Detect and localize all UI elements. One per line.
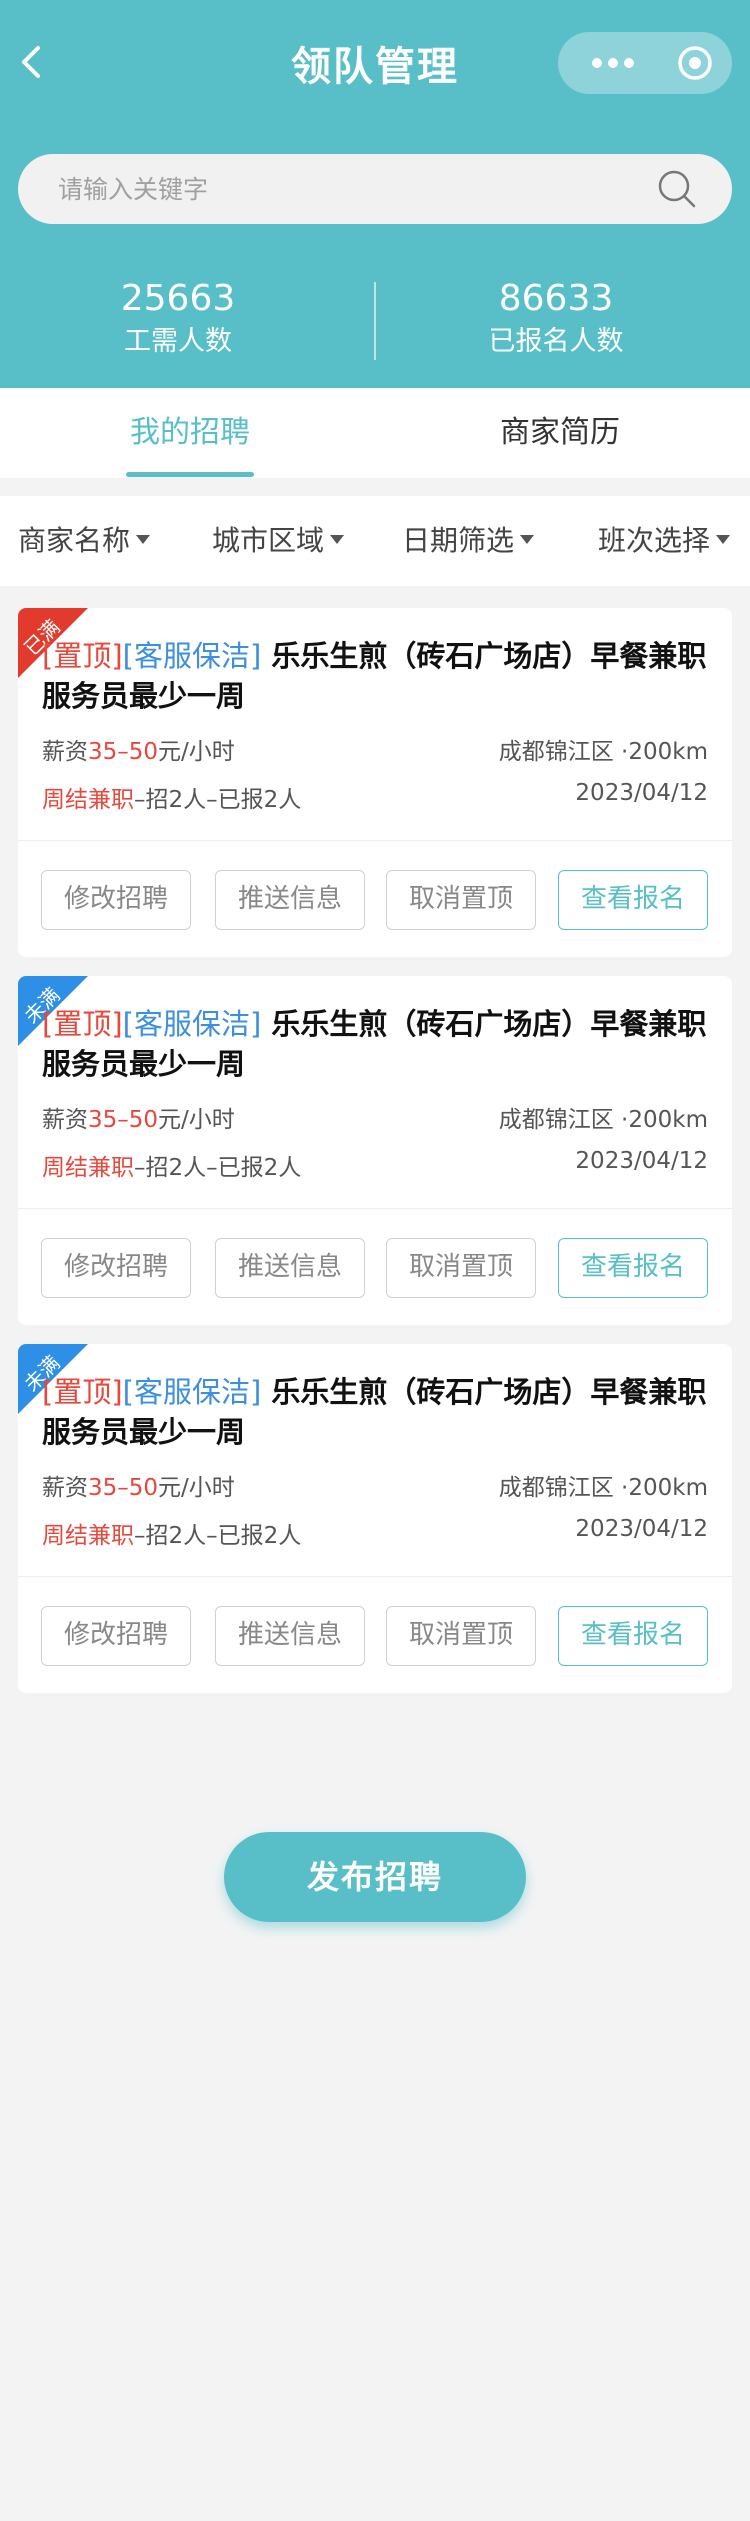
location: 成都锦江区 ·200km — [498, 739, 708, 765]
category-tag: [客服保洁] — [122, 639, 262, 673]
salary-range: 35–50 — [88, 1107, 159, 1133]
caret-down-icon — [716, 534, 731, 544]
filter-label: 商家名称 — [18, 524, 131, 557]
salary-unit: 元/小时 — [158, 739, 235, 765]
recruitment-card[interactable]: 未满 [置顶][客服保洁] 乐乐生煎（砖石广场店）早餐兼职服务员最少一周 薪资3… — [18, 1344, 732, 1693]
category-tag: [客服保洁] — [122, 1375, 262, 1409]
tab-merchant-resume[interactable]: 商家简历 — [440, 388, 680, 478]
recruit-count: –招2人–已报2人 — [134, 1155, 302, 1181]
filter-label: 城市区域 — [212, 524, 325, 557]
recruit-row: 周结兼职–招2人–已报2人 2023/04/12 — [42, 1516, 708, 1550]
stat-value: 86633 — [498, 278, 614, 319]
salary-prefix: 薪资 — [42, 1475, 88, 1501]
view-registrations-button[interactable]: 查看报名 — [558, 870, 708, 930]
edit-recruitment-button[interactable]: 修改招聘 — [41, 1238, 191, 1298]
recruitment-card[interactable]: 已满 [置顶][客服保洁] 乐乐生煎（砖石广场店）早餐兼职服务员最少一周 薪资3… — [18, 608, 732, 957]
push-info-button[interactable]: 推送信息 — [215, 1606, 365, 1666]
top-tag: [置顶] — [42, 1375, 123, 1409]
publish-recruitment-button[interactable]: 发布招聘 — [224, 1832, 526, 1922]
stat-value: 25663 — [120, 278, 236, 319]
post-date: 2023/04/12 — [575, 1516, 708, 1542]
post-date: 2023/04/12 — [575, 780, 708, 806]
header-bar: 领队管理 25663 工需人数 86633 已报名人数 — [0, 0, 750, 388]
stat-label: 已报名人数 — [488, 326, 624, 357]
edit-recruitment-button[interactable]: 修改招聘 — [41, 870, 191, 930]
recruit-count: –招2人–已报2人 — [134, 1523, 302, 1549]
tab-my-recruitment[interactable]: 我的招聘 — [70, 388, 310, 478]
filter-city-area[interactable]: 城市区域 — [212, 496, 345, 586]
filter-bar: 商家名称 城市区域 日期筛选 班次选择 — [0, 496, 750, 586]
salary-prefix: 薪资 — [42, 739, 88, 765]
view-registrations-button[interactable]: 查看报名 — [558, 1606, 708, 1666]
search-icon[interactable] — [656, 168, 698, 210]
settle-type: 周结兼职 — [42, 787, 134, 813]
location: 成都锦江区 ·200km — [498, 1475, 708, 1501]
card-title: [置顶][客服保洁] 乐乐生煎（砖石广场店）早餐兼职服务员最少一周 — [42, 1004, 722, 1084]
view-registrations-button[interactable]: 查看报名 — [558, 1238, 708, 1298]
tab-bar: 我的招聘 商家简历 — [0, 388, 750, 478]
settle-type: 周结兼职 — [42, 1523, 134, 1549]
recruitment-card[interactable]: 未满 [置顶][客服保洁] 乐乐生煎（砖石广场店）早餐兼职服务员最少一周 薪资3… — [18, 976, 732, 1325]
divider — [18, 1576, 732, 1577]
stat-registered: 86633 已报名人数 — [406, 276, 706, 362]
card-title: [置顶][客服保洁] 乐乐生煎（砖石广场店）早餐兼职服务员最少一周 — [42, 1372, 722, 1452]
recruit-row: 周结兼职–招2人–已报2人 2023/04/12 — [42, 780, 708, 814]
search-bar — [18, 154, 732, 224]
category-tag: [客服保洁] — [122, 1007, 262, 1041]
push-info-button[interactable]: 推送信息 — [215, 870, 365, 930]
caret-down-icon — [136, 534, 151, 544]
more-dots-icon[interactable] — [582, 32, 644, 94]
filter-date[interactable]: 日期筛选 — [402, 496, 535, 586]
settle-type: 周结兼职 — [42, 1155, 134, 1181]
stat-required: 25663 工需人数 — [28, 276, 328, 362]
cancel-pin-button[interactable]: 取消置顶 — [386, 870, 536, 930]
post-date: 2023/04/12 — [575, 1148, 708, 1174]
push-info-button[interactable]: 推送信息 — [215, 1238, 365, 1298]
salary-range: 35–50 — [88, 1475, 159, 1501]
stat-label: 工需人数 — [124, 326, 232, 357]
divider — [18, 1208, 732, 1209]
top-tag: [置顶] — [42, 1007, 123, 1041]
salary-row: 薪资35–50元/小时 成都锦江区 ·200km — [42, 732, 708, 766]
caret-down-icon — [520, 534, 535, 544]
search-input[interactable] — [58, 154, 638, 224]
filter-label: 班次选择 — [598, 524, 711, 557]
location: 成都锦江区 ·200km — [498, 1107, 708, 1133]
filter-merchant-name[interactable]: 商家名称 — [18, 496, 151, 586]
cancel-pin-button[interactable]: 取消置顶 — [386, 1238, 536, 1298]
stat-divider — [374, 282, 376, 360]
edit-recruitment-button[interactable]: 修改招聘 — [41, 1606, 191, 1666]
divider — [18, 840, 732, 841]
card-title: [置顶][客服保洁] 乐乐生煎（砖石广场店）早餐兼职服务员最少一周 — [42, 636, 722, 716]
salary-row: 薪资35–50元/小时 成都锦江区 ·200km — [42, 1468, 708, 1502]
target-circle-icon[interactable] — [670, 32, 720, 94]
salary-prefix: 薪资 — [42, 1107, 88, 1133]
salary-unit: 元/小时 — [158, 1475, 235, 1501]
salary-unit: 元/小时 — [158, 1107, 235, 1133]
recruit-count: –招2人–已报2人 — [134, 787, 302, 813]
recruit-row: 周结兼职–招2人–已报2人 2023/04/12 — [42, 1148, 708, 1182]
salary-row: 薪资35–50元/小时 成都锦江区 ·200km — [42, 1100, 708, 1134]
filter-shift[interactable]: 班次选择 — [598, 496, 731, 586]
salary-range: 35–50 — [88, 739, 159, 765]
active-tab-indicator — [126, 472, 254, 477]
cancel-pin-button[interactable]: 取消置顶 — [386, 1606, 536, 1666]
mini-program-capsule — [558, 32, 732, 94]
caret-down-icon — [330, 534, 345, 544]
filter-label: 日期筛选 — [402, 524, 515, 557]
top-tag: [置顶] — [42, 639, 123, 673]
